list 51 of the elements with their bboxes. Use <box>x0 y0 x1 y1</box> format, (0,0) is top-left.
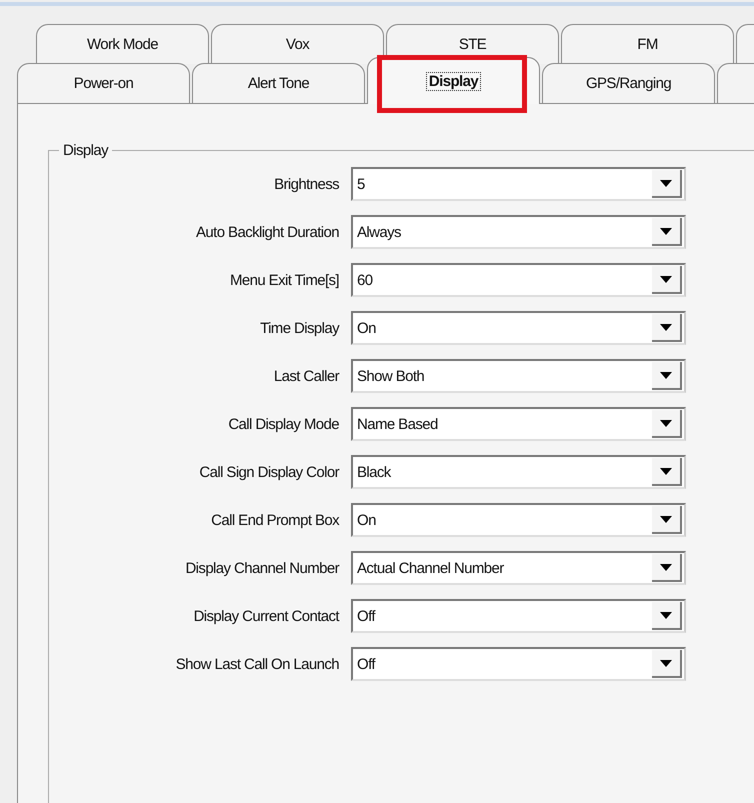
tab[interactable]: Alert Tone <box>192 63 365 103</box>
dropdown[interactable]: 5 <box>351 167 686 201</box>
caret-icon <box>660 228 672 234</box>
dropdown-button[interactable] <box>652 554 682 582</box>
dropdown-button[interactable] <box>652 170 682 198</box>
field-label: Menu Exit Time[s] <box>228 272 339 288</box>
dropdown-button[interactable] <box>652 650 682 678</box>
field-label: Auto Backlight Duration <box>195 224 339 240</box>
tab[interactable]: FM <box>561 24 734 64</box>
dropdown[interactable]: Actual Channel Number <box>351 551 686 585</box>
dropdown-button[interactable] <box>652 362 682 390</box>
dropdown-button[interactable] <box>652 218 682 246</box>
caret-icon <box>660 564 672 570</box>
field-label: Call Sign Display Color <box>198 464 339 480</box>
dropdown[interactable]: Black <box>351 455 686 489</box>
dropdown[interactable]: Off <box>351 599 686 633</box>
field-label: Call Display Mode <box>227 416 339 432</box>
caret-icon <box>660 276 672 282</box>
dropdown[interactable]: On <box>351 503 686 537</box>
caret-icon <box>660 420 672 426</box>
field-label: Show Last Call On Launch <box>174 656 339 672</box>
field-label: Display Channel Number <box>184 560 339 576</box>
caret-icon <box>660 516 672 522</box>
field-label: Display Current Contact <box>192 608 339 624</box>
tab[interactable]: Power-on <box>17 63 190 103</box>
dropdown-button[interactable] <box>652 314 682 342</box>
tab[interactable]: GPS/Ranging <box>542 63 715 103</box>
dropdown[interactable]: 60 <box>351 263 686 297</box>
tab[interactable]: Vox <box>211 24 384 64</box>
dropdown-button[interactable] <box>652 410 682 438</box>
dropdown[interactable]: On <box>351 311 686 345</box>
dropdown-button[interactable] <box>652 458 682 486</box>
dropdown-button[interactable] <box>652 266 682 294</box>
field-label: Last Caller <box>272 368 339 384</box>
caret-icon <box>660 468 672 474</box>
dropdown-button[interactable] <box>652 506 682 534</box>
field-label: Time Display <box>259 320 339 336</box>
dropdown[interactable]: Name Based <box>351 407 686 441</box>
caret-icon <box>660 612 672 618</box>
caret-icon <box>660 180 672 186</box>
dropdown[interactable]: Show Both <box>351 359 686 393</box>
field-label: Call End Prompt Box <box>210 512 339 528</box>
field-label: Brightness <box>273 176 339 192</box>
tab[interactable]: Work Mode <box>36 24 209 64</box>
dropdown-button[interactable] <box>652 602 682 630</box>
dropdown[interactable]: Always <box>351 215 686 249</box>
caret-icon <box>660 372 672 378</box>
caret-icon <box>660 324 672 330</box>
caret-icon <box>660 660 672 666</box>
group-title: Display <box>62 142 110 159</box>
dropdown[interactable]: Off <box>351 647 686 681</box>
